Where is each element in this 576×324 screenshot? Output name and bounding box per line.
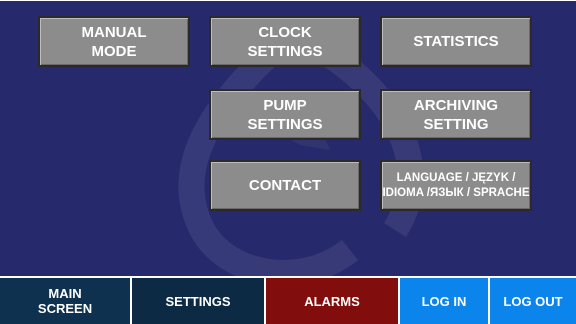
language-button[interactable]: LANGUAGE / JĘZYK / IDIOMA /ЯЗЫК / SPRACH…	[380, 160, 532, 211]
manual-mode-button[interactable]: MANUAL MODE	[38, 16, 190, 67]
nav-settings-button[interactable]: SETTINGS	[132, 278, 264, 324]
archiving-setting-button[interactable]: ARCHIVING SETTING	[380, 89, 532, 140]
contact-button[interactable]: CONTACT	[209, 160, 361, 211]
bottom-navigation-bar: MAIN SCREEN SETTINGS ALARMS LOG IN LOG O…	[0, 276, 576, 324]
pump-settings-button[interactable]: PUMP SETTINGS	[209, 89, 361, 140]
statistics-button[interactable]: STATISTICS	[380, 16, 532, 67]
settings-screen: MANUAL MODE CLOCK SETTINGS STATISTICS PU…	[0, 0, 576, 276]
nav-log-out-button[interactable]: LOG OUT	[490, 278, 576, 324]
clock-settings-button[interactable]: CLOCK SETTINGS	[209, 16, 361, 67]
nav-log-in-button[interactable]: LOG IN	[400, 278, 488, 324]
nav-main-screen-button[interactable]: MAIN SCREEN	[0, 278, 130, 324]
nav-alarms-button[interactable]: ALARMS	[266, 278, 398, 324]
